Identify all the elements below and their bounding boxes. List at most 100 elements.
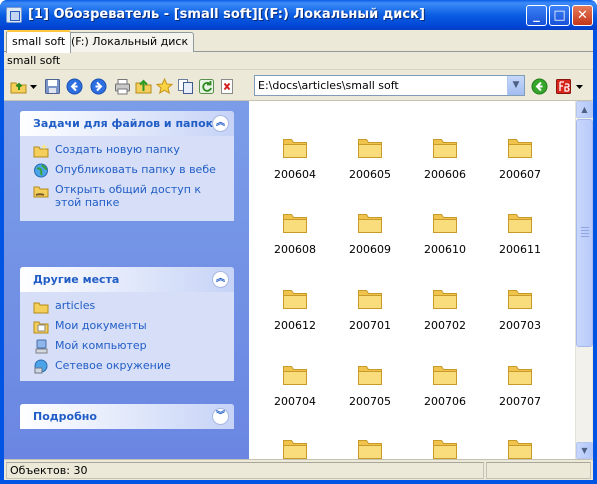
dropdown-arrow-icon[interactable]	[574, 78, 585, 95]
folder-item[interactable]: 200709	[331, 435, 403, 459]
details-title: Подробно	[33, 410, 97, 423]
folder-icon	[358, 440, 382, 459]
folder-icon	[508, 290, 532, 309]
print-icon[interactable]	[114, 78, 131, 95]
folder-item[interactable]: 200710	[406, 435, 478, 459]
folder-icon	[433, 366, 457, 385]
dropdown-arrow-icon[interactable]	[29, 78, 38, 95]
thumb-grip	[581, 230, 589, 231]
folder-item[interactable]: 200703	[481, 285, 553, 357]
folder-label: 200707	[499, 395, 541, 408]
expand-icon[interactable]: ︾	[212, 408, 229, 425]
folder-item[interactable]: 200702	[406, 285, 478, 357]
tab-local-disk[interactable]: (F:) Локальный диск	[65, 32, 195, 52]
folder-icon	[358, 290, 382, 309]
folder-icon	[283, 139, 307, 158]
address-bar[interactable]: E:\docs\articles\small soft ▼	[254, 75, 525, 96]
go-arrow-icon[interactable]	[531, 78, 548, 95]
thumb-grip	[581, 233, 589, 234]
place-network-link[interactable]: Сетевое окружение	[33, 359, 224, 379]
publish-folder-link[interactable]: Опубликовать папку в вебе	[33, 163, 224, 183]
network-icon	[34, 359, 48, 374]
other-places-title: Другие места	[33, 273, 120, 286]
window-title: [1] Обозреватель - [small soft][(F:) Лок…	[28, 7, 425, 22]
other-places-body: articles Мои документы Мой компьютер Сет…	[20, 292, 234, 387]
title-bar[interactable]: [1] Обозреватель - [small soft][(F:) Лок…	[0, 0, 597, 30]
scroll-down-button[interactable]: ▼	[576, 442, 593, 459]
folder-item[interactable]: 200604	[256, 134, 328, 206]
folder-item[interactable]: 200704	[256, 361, 328, 433]
folder-item[interactable]: 200705	[331, 361, 403, 433]
status-bar: Объектов: 30	[4, 459, 593, 480]
folder-item[interactable]: 200606	[406, 134, 478, 206]
create-folder-label: Создать новую папку	[55, 143, 180, 156]
folder-item[interactable]: 200611	[481, 209, 553, 281]
minimize-button[interactable]: _	[526, 5, 547, 26]
share-folder-icon	[33, 186, 49, 198]
scroll-thumb[interactable]	[576, 119, 593, 347]
fb-icon[interactable]	[555, 78, 572, 95]
folder-item[interactable]: 200612	[256, 285, 328, 357]
new-folder-icon	[33, 144, 49, 158]
folder-label: 200606	[424, 168, 466, 181]
file-tasks-body: Создать новую папку Опубликовать папку в…	[20, 136, 234, 219]
place-my-computer-label: Мой компьютер	[55, 339, 147, 352]
folder-icon	[508, 214, 532, 233]
address-input[interactable]: E:\docs\articles\small soft	[258, 79, 399, 92]
folder-up-green-icon[interactable]	[135, 78, 152, 95]
collapse-icon[interactable]: ︽	[212, 271, 229, 288]
close-button[interactable]: ✕	[572, 5, 593, 26]
folder-item[interactable]: 200609	[331, 209, 403, 281]
vertical-scrollbar[interactable]: ▲ ▼	[575, 101, 593, 459]
forward-icon[interactable]	[90, 78, 107, 95]
folder-icon	[358, 366, 382, 385]
folder-item[interactable]: 200707	[481, 361, 553, 433]
folder-label: 200702	[424, 319, 466, 332]
details-header[interactable]: Подробно ︾	[20, 404, 234, 429]
current-folder-label: small soft	[4, 52, 593, 70]
folder-item[interactable]: 200607	[481, 134, 553, 206]
folder-icon	[433, 440, 457, 459]
favorites-star-icon[interactable]	[156, 78, 173, 95]
folder-icon	[358, 139, 382, 158]
folder-item[interactable]: 200706	[406, 361, 478, 433]
folder-item[interactable]: 200708	[256, 435, 328, 459]
collapse-icon[interactable]: ︽	[212, 115, 229, 132]
folder-icon	[358, 214, 382, 233]
folder-label: 200610	[424, 243, 466, 256]
folder-item[interactable]: 200711	[481, 435, 553, 459]
window-icon	[6, 7, 22, 23]
folder-label: 200604	[274, 168, 316, 181]
copy-icon[interactable]	[177, 78, 194, 95]
folder-icon	[283, 440, 307, 459]
folder-up-icon[interactable]	[10, 78, 27, 95]
create-folder-link[interactable]: Создать новую папку	[33, 143, 224, 163]
object-count: Объектов: 30	[6, 462, 484, 479]
publish-folder-label: Опубликовать папку в вебе	[55, 163, 216, 176]
folder-item[interactable]: 200610	[406, 209, 478, 281]
folder-item[interactable]: 200608	[256, 209, 328, 281]
folder-label: 200706	[424, 395, 466, 408]
folder-item[interactable]: 200605	[331, 134, 403, 206]
folder-item[interactable]: 200701	[331, 285, 403, 357]
back-icon[interactable]	[66, 78, 83, 95]
folder-label: 200704	[274, 395, 316, 408]
delete-icon[interactable]	[219, 78, 236, 95]
file-list-view[interactable]: 200604 200605 200606 200607 200608 200609 2006…	[249, 101, 575, 459]
address-dropdown-button[interactable]: ▼	[507, 76, 524, 95]
folder-label: 200705	[349, 395, 391, 408]
refresh-icon[interactable]	[198, 78, 215, 95]
place-articles-link[interactable]: articles	[33, 299, 224, 319]
file-tasks-header[interactable]: Задачи для файлов и папок ︽	[20, 111, 234, 136]
other-places-header[interactable]: Другие места ︽	[20, 267, 234, 292]
folder-label: 200609	[349, 243, 391, 256]
scroll-up-button[interactable]: ▲	[576, 101, 593, 118]
folder-label: 200701	[349, 319, 391, 332]
tab-small-soft[interactable]: small soft	[6, 30, 72, 53]
maximize-button[interactable]: □	[549, 5, 570, 26]
save-icon[interactable]	[44, 78, 61, 95]
share-folder-link[interactable]: Открыть общий доступ к этой папке	[33, 183, 224, 211]
place-my-documents-link[interactable]: Мои документы	[33, 319, 224, 339]
place-my-computer-link[interactable]: Мой компьютер	[33, 339, 224, 359]
folder-icon	[283, 214, 307, 233]
